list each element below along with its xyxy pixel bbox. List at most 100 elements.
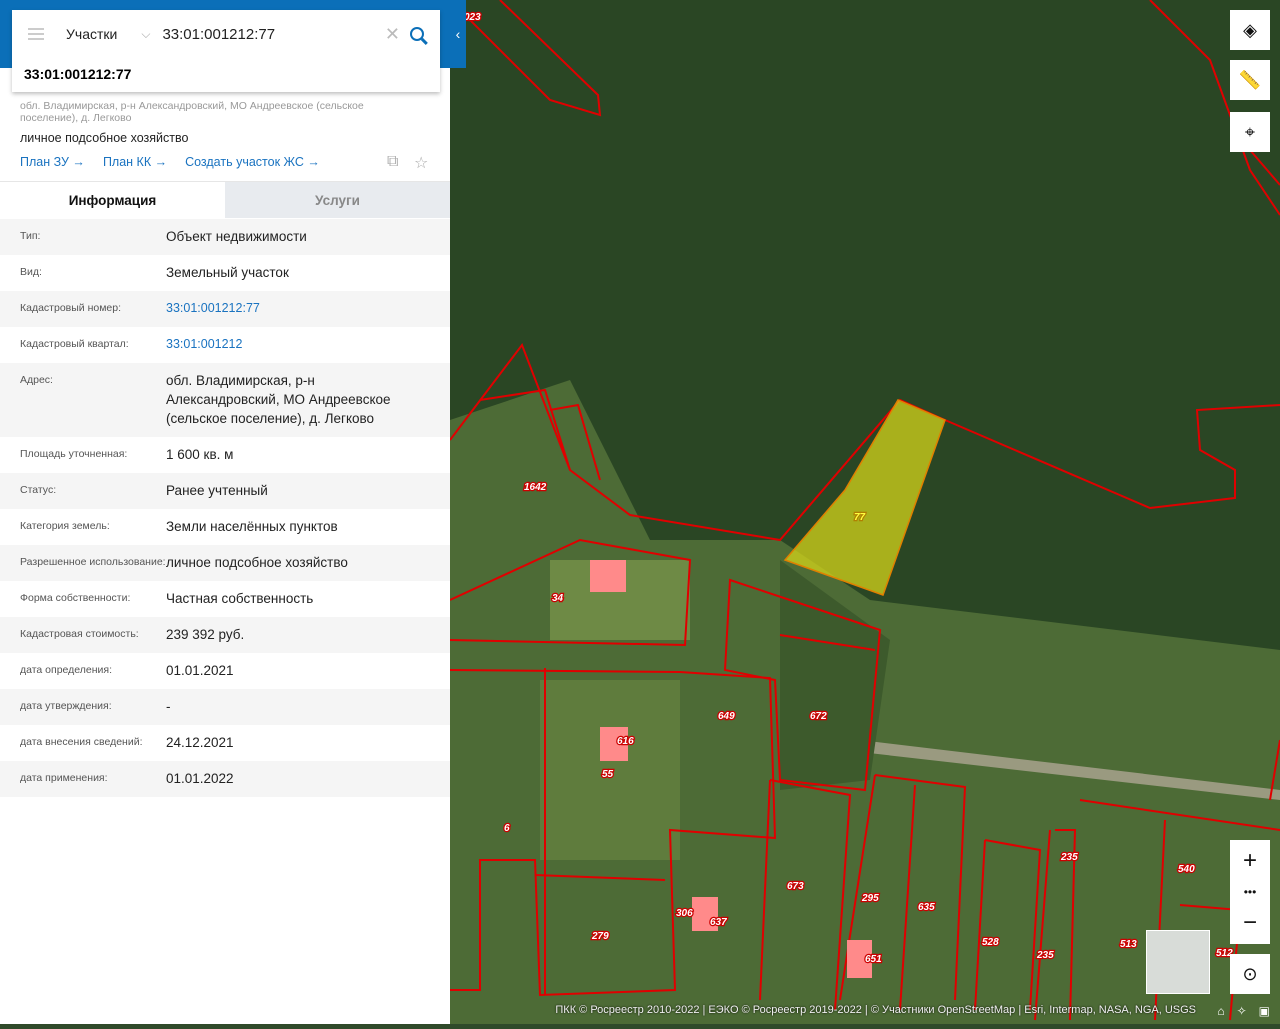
row-value: Земельный участок <box>166 265 289 280</box>
row-label: Вид: <box>20 266 42 278</box>
search-box: Участки ⌵ 33:01:001212:77 ✕ 33:01:001212… <box>12 10 440 92</box>
menu-icon[interactable] <box>28 28 44 40</box>
parcel-label[interactable]: 306 <box>675 907 695 921</box>
parcel-label[interactable]: 279 <box>590 930 611 944</box>
row-label: Площадь уточненная: <box>20 448 128 460</box>
star-icon[interactable]: ☆ <box>414 153 428 173</box>
row-value[interactable]: 33:01:001212:77 <box>166 299 450 318</box>
chevron-down-icon[interactable]: ⌵ <box>141 27 150 42</box>
info-row: Адрес: обл. Владимирская, р-н Александров… <box>0 363 450 437</box>
parcel-label[interactable]: 1642 <box>523 481 548 495</box>
locate-button[interactable]: ⌖ <box>1230 112 1270 152</box>
object-use: личное подсобное хозяйство <box>20 131 189 145</box>
row-value: 239 392 руб. <box>166 627 245 642</box>
row-value: Ранее учтенный <box>166 483 268 498</box>
row-value: Земли населённых пунктов <box>166 519 338 534</box>
info-row: дата применения: 01.01.2022 <box>0 761 450 797</box>
row-value: 24.12.2021 <box>166 735 234 750</box>
map-credits: ПКК © Росреестр 2010-2022 | ЕЭКО © Росре… <box>555 1004 1196 1016</box>
parcel-label[interactable]: 673 <box>786 880 806 894</box>
row-label: дата утверждения: <box>20 700 112 712</box>
parcel-label[interactable]: 637 <box>709 916 729 930</box>
zoom-to-object-icon[interactable]: ⧉ <box>387 153 398 171</box>
row-label: Кадастровая стоимость: <box>20 628 139 640</box>
parcel-label[interactable]: 55 <box>601 768 615 782</box>
row-label: дата применения: <box>20 772 108 784</box>
info-row: Разрешенное использование: личное подсобн… <box>0 545 450 581</box>
tab-info[interactable]: Информация <box>0 182 225 218</box>
info-panel: Участки ⌵ 33:01:001212:77 ✕ 33:01:001212… <box>0 0 466 1024</box>
home-icon[interactable]: ⌂ <box>1217 1004 1224 1018</box>
more-button[interactable]: ••• <box>1230 882 1270 902</box>
map-canvas[interactable]: 023 1642 34 77 649 672 616 55 6 306 637 279 673 295 63… <box>449 0 1280 1024</box>
parcel-label[interactable]: 77 <box>853 511 867 525</box>
parcel-label[interactable]: 6 <box>503 822 512 836</box>
parcel-label[interactable]: 513 <box>1119 938 1139 952</box>
row-value: 01.01.2021 <box>166 663 234 678</box>
layers-icon: ◈ <box>1243 19 1257 40</box>
parcel-label[interactable]: 649 <box>717 710 737 724</box>
plan-kk-link[interactable]: План КК → <box>103 155 167 169</box>
row-label: Форма собственности: <box>20 592 131 604</box>
info-row: дата определения: 01.01.2021 <box>0 653 450 689</box>
info-row: дата внесения сведений: 24.12.2021 <box>0 725 450 761</box>
row-label: Статус: <box>20 484 57 496</box>
parcel-label[interactable]: 635 <box>917 901 937 915</box>
parcel-label[interactable]: 528 <box>981 936 1001 950</box>
parcel-label[interactable]: 295 <box>860 892 881 906</box>
search-suggestion[interactable]: 33:01:001212:77 <box>12 58 440 90</box>
info-row: Кадастровый номер: 33:01:001212:77 <box>0 291 450 327</box>
object-address: обл. Владимирская, р-н Александровский, … <box>20 100 364 124</box>
plan-zu-link[interactable]: План ЗУ → <box>20 155 85 169</box>
clear-icon[interactable]: ✕ <box>385 24 400 45</box>
info-row: Категория земель: Земли населённых пункто… <box>0 509 450 545</box>
map[interactable]: 023 1642 34 77 649 672 616 55 6 306 637 279 673 295 63… <box>449 0 1280 1024</box>
info-row: Площадь уточненная: 1 600 кв. м <box>0 437 450 473</box>
info-row: Статус: Ранее учтенный <box>0 473 450 509</box>
info-row: Кадастровый квартал: 33:01:001212 <box>0 327 450 363</box>
parcel-label[interactable]: 616 <box>616 735 636 749</box>
row-value: Объект недвижимости <box>166 229 307 244</box>
measure-button[interactable]: 📏 <box>1230 60 1270 100</box>
parcel-label[interactable]: 235 <box>1059 851 1080 865</box>
parcel-label[interactable]: 235 <box>1035 949 1056 963</box>
fullscreen-icon[interactable]: ▣ <box>1259 1004 1270 1018</box>
create-parcel-link[interactable]: Создать участок ЖС → <box>185 155 320 169</box>
row-label: Кадастровый номер: <box>20 302 122 314</box>
ruler-icon: 📏 <box>1238 69 1262 90</box>
parcel-label[interactable]: 540 <box>1177 863 1197 877</box>
compass-icon: ⊙ <box>1242 963 1258 984</box>
row-value: обл. Владимирская, р-н Александровский, … <box>166 373 391 426</box>
info-row: Кадастровая стоимость: 239 392 руб. <box>0 617 450 653</box>
info-row: Вид: Земельный участок <box>0 255 450 291</box>
search-icon[interactable] <box>410 27 424 41</box>
layer-select[interactable]: Участки <box>66 26 117 42</box>
basemap-switcher[interactable] <box>1146 930 1210 994</box>
search-input[interactable]: 33:01:001212:77 <box>162 26 384 43</box>
row-value: - <box>166 699 171 714</box>
parcel-label[interactable]: 023 <box>463 11 483 25</box>
info-row: дата утверждения: - <box>0 689 450 725</box>
collapse-panel-button[interactable]: ‹ <box>450 0 466 68</box>
zoom-in-button[interactable]: + <box>1230 840 1270 882</box>
compass-button[interactable]: ⊙ <box>1230 954 1270 994</box>
row-label: Кадастровый квартал: <box>20 338 129 350</box>
row-label: Адрес: <box>20 374 53 386</box>
row-value[interactable]: 33:01:001212 <box>166 335 450 354</box>
crosshair-icon: ⌖ <box>1244 121 1256 142</box>
locate-icon[interactable]: ✧ <box>1237 1004 1247 1018</box>
row-value: 01.01.2022 <box>166 771 234 786</box>
parcel-label[interactable]: 651 <box>864 953 884 967</box>
row-label: Тип: <box>20 230 41 242</box>
row-label: Разрешенное использование: <box>20 556 166 568</box>
layers-button[interactable]: ◈ <box>1230 10 1270 50</box>
row-label: Категория земель: <box>20 520 110 532</box>
parcel-label[interactable]: 672 <box>809 710 829 724</box>
zoom-out-button[interactable]: − <box>1230 902 1270 944</box>
row-label: дата внесения сведений: <box>20 736 143 748</box>
tab-services[interactable]: Услуги <box>225 182 450 218</box>
row-value: личное подсобное хозяйство <box>166 555 348 570</box>
info-row: Форма собственности: Частная собственност… <box>0 581 450 617</box>
parcel-label[interactable]: 34 <box>551 592 565 606</box>
row-value: Частная собственность <box>166 591 314 606</box>
